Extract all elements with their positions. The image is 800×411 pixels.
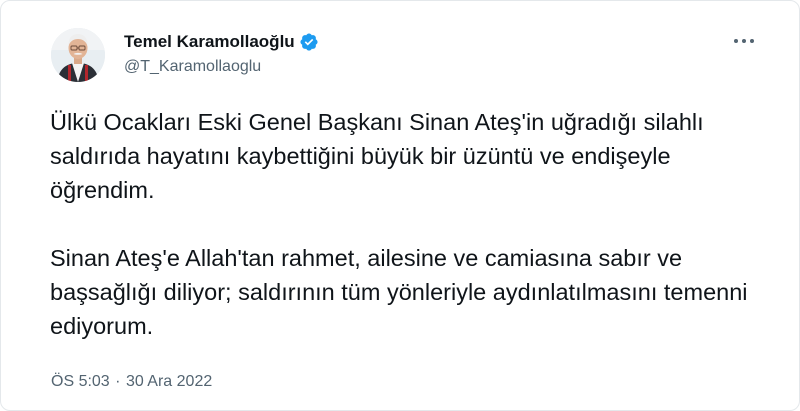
timestamp-separator: · [115,373,121,390]
profile-photo-icon [51,28,105,82]
author-info: Temel Karamollaoğlu [124,32,319,52]
tweet-date: 30 Ara 2022 [125,373,213,390]
user-handle[interactable]: @T_Karamollaoglu [124,58,261,76]
tweet-timestamp[interactable]: ÖS 5:03 · 30 Ara 2022 [51,373,212,391]
tweet-time: ÖS 5:03 [51,373,110,390]
more-options-button[interactable] [729,31,759,51]
display-name[interactable]: Temel Karamollaoğlu [124,32,295,52]
tweet-card: Temel Karamollaoğlu @T_Karamollaoglu Ülk… [0,0,800,411]
more-options-icon [734,39,754,43]
tweet-text: Ülkü Ocakları Eski Genel Başkanı Sinan A… [50,109,748,339]
avatar[interactable] [51,28,105,82]
verified-badge-icon [299,32,319,52]
